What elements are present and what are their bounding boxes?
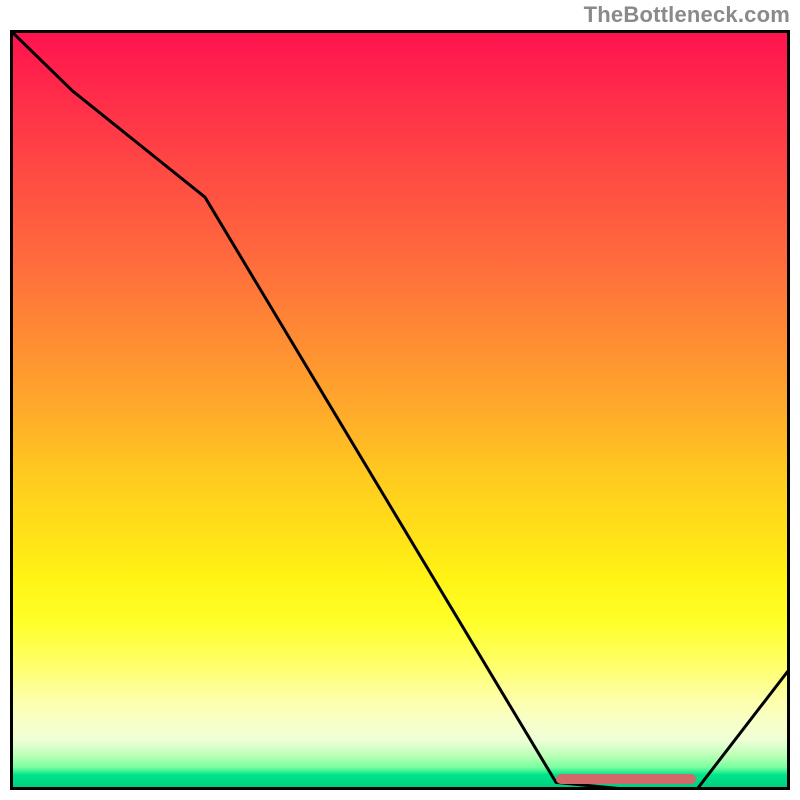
curve-path xyxy=(10,30,790,790)
chart-container: TheBottleneck.com xyxy=(0,0,800,800)
bottleneck-curve xyxy=(10,30,790,790)
attribution-label: TheBottleneck.com xyxy=(584,2,790,28)
plot-area xyxy=(10,30,790,790)
optimum-marker xyxy=(556,774,696,784)
